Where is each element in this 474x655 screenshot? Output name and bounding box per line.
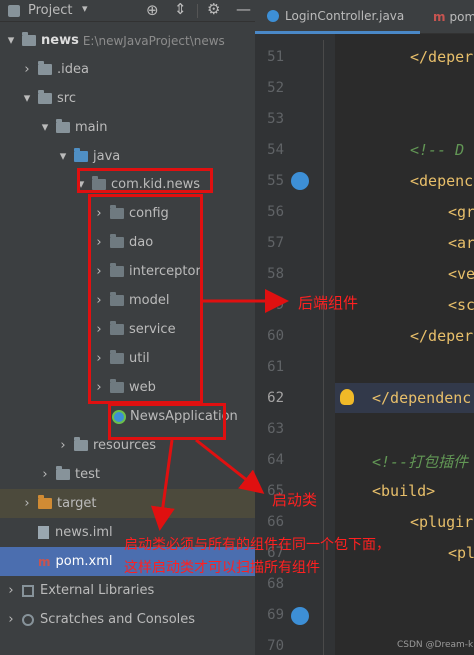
annotation-backend: 后端组件 — [298, 294, 359, 312]
annotation-note-line1: 启动类必须与所有的组件在同一个包下面， — [124, 537, 390, 553]
arrow-to-startup-label — [195, 438, 265, 494]
annotation-startup: 启动类 — [272, 491, 318, 509]
arrow-to-note — [150, 439, 175, 531]
annotation-note-line2: 这样启动类才可以扫描所有组件 — [124, 560, 320, 576]
watermark: CSDN @Dream-kid — [397, 640, 474, 650]
